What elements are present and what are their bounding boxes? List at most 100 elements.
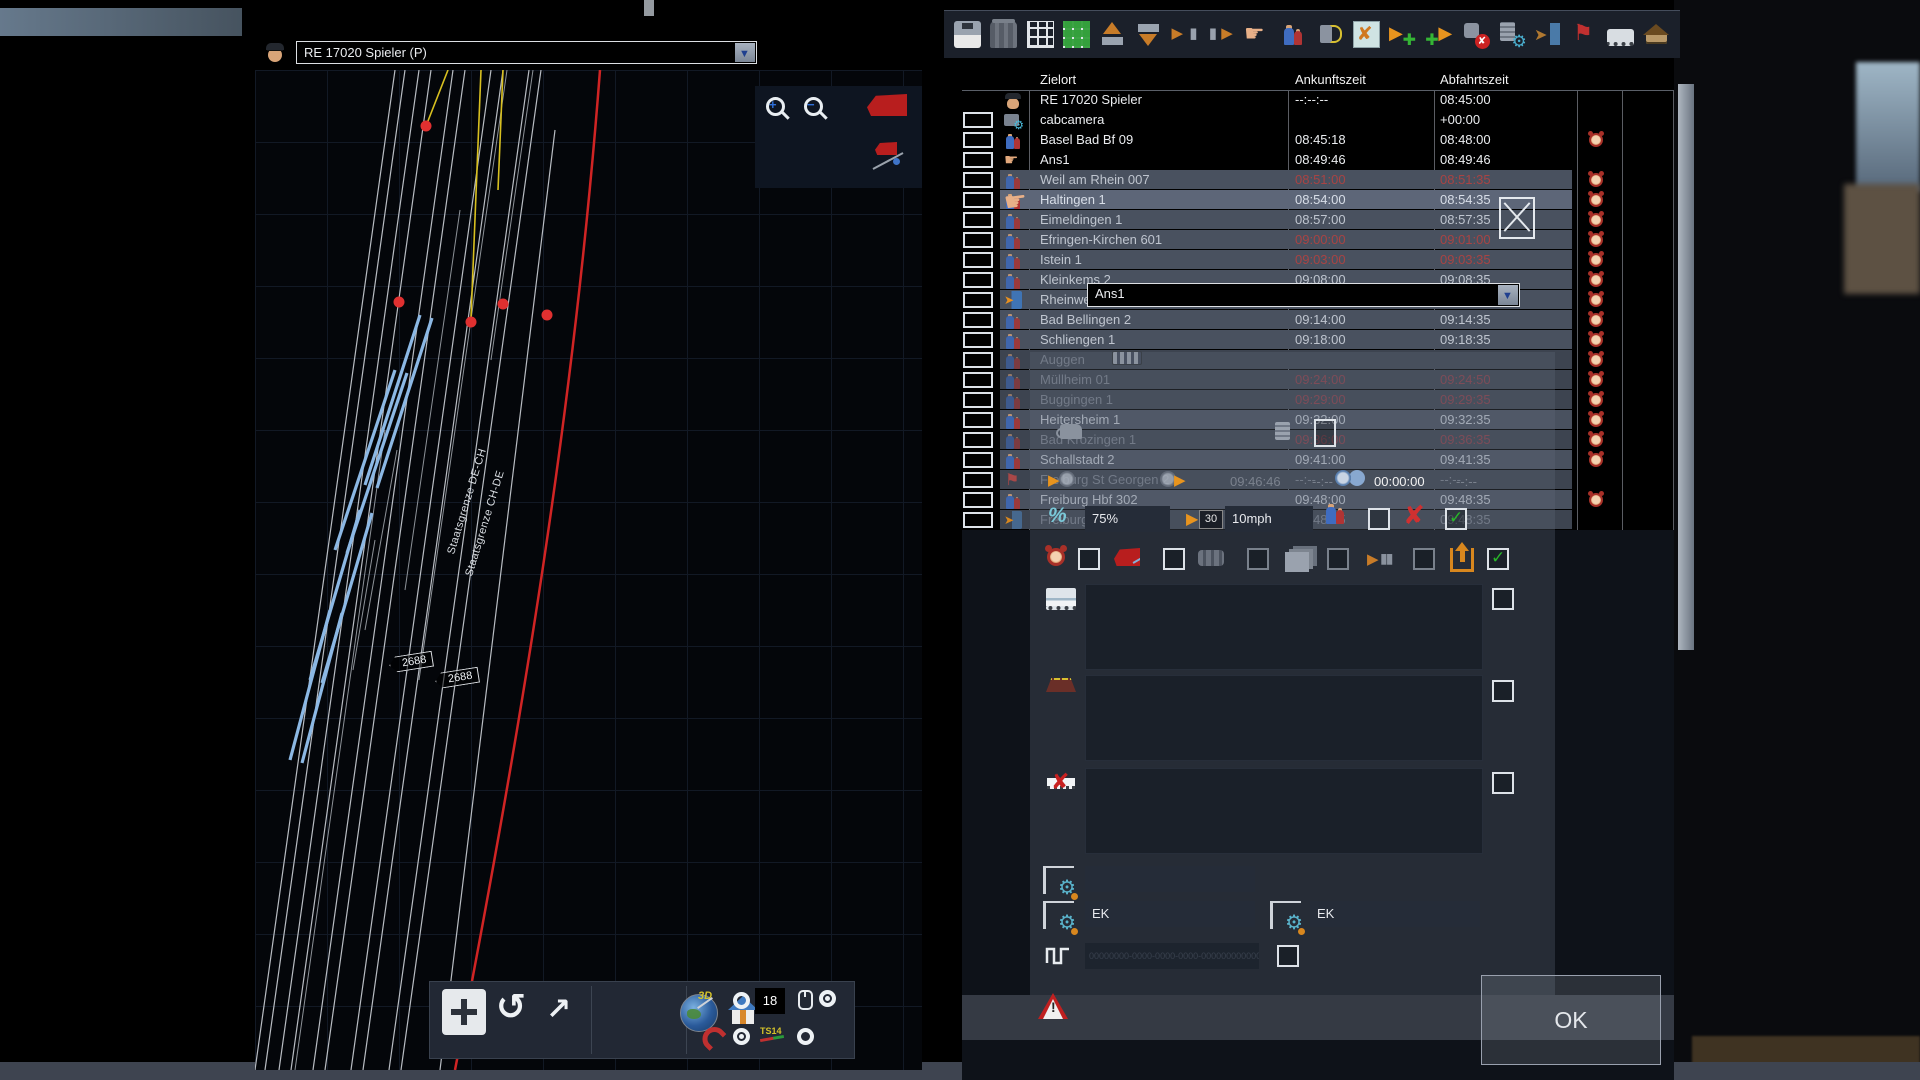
fuel-icon[interactable]: [1317, 21, 1344, 48]
insert-left-icon[interactable]: [1208, 21, 1235, 48]
grid-green-icon[interactable]: [1063, 21, 1090, 48]
covered-platform-checkbox[interactable]: [1492, 680, 1514, 702]
ok-button[interactable]: OK: [1481, 975, 1661, 1065]
passengers-icon[interactable]: [1322, 500, 1349, 527]
move-object-icon[interactable]: ↗: [546, 992, 571, 1027]
row-selector-checkbox[interactable]: [963, 132, 993, 148]
table-row[interactable]: RE 17020 Spieler --:--:-- 08:45:00: [1000, 90, 1674, 110]
chevron-down-icon[interactable]: [1498, 285, 1518, 305]
vehicle-checkbox[interactable]: [1247, 548, 1269, 570]
row-selector-checkbox[interactable]: [963, 212, 993, 228]
track-map[interactable]: Staatsgrenze DE-CH Staatsgrenze CH-DE 26…: [255, 70, 922, 1070]
row-selector-checkbox[interactable]: [963, 392, 993, 408]
rotate-icon[interactable]: ↺: [496, 986, 526, 1028]
insert-right-icon[interactable]: [1172, 21, 1199, 48]
platform-checkbox[interactable]: [1492, 588, 1514, 610]
confirm-checkbox[interactable]: [1445, 508, 1467, 530]
ek-field-right[interactable]: EK: [1310, 901, 1480, 927]
exit-checkbox[interactable]: [1487, 548, 1509, 570]
row-selector-checkbox[interactable]: [963, 272, 993, 288]
row-selector-checkbox[interactable]: [963, 232, 993, 248]
row-selector-checkbox[interactable]: [963, 372, 993, 388]
table-row[interactable]: Weil am Rhein 007 08:51:00 08:51:35: [1000, 170, 1674, 190]
flag-icon[interactable]: [1570, 21, 1597, 48]
door-checkbox[interactable]: [1314, 419, 1336, 447]
passengers-icon[interactable]: [1280, 21, 1307, 48]
mouse-radio[interactable]: [819, 990, 836, 1007]
exit-arrow-icon[interactable]: [1450, 548, 1474, 572]
hand-icon[interactable]: [1244, 21, 1271, 48]
no-platform-list[interactable]: [1085, 768, 1483, 854]
table-row[interactable]: Basel Bad Bf 09 08:45:18 08:48:00: [1000, 130, 1674, 150]
alarm-clock-icon[interactable]: [1045, 546, 1067, 568]
arrival-clock-icon[interactable]: [1048, 470, 1076, 488]
passenger-checkbox[interactable]: [1368, 508, 1390, 530]
row-selector-checkbox[interactable]: [963, 452, 993, 468]
row-selector-checkbox[interactable]: [963, 172, 993, 188]
document-icon[interactable]: [1275, 422, 1290, 440]
row-selector-checkbox[interactable]: [963, 352, 993, 368]
measure-3d-icon[interactable]: 3D: [698, 990, 712, 1002]
wait-clocks-icon[interactable]: [1335, 468, 1367, 488]
ts14-icon[interactable]: TS14: [760, 1026, 782, 1036]
route-add-icon[interactable]: [1389, 21, 1416, 48]
raise-icon[interactable]: [1099, 21, 1126, 48]
row-selector-checkbox[interactable]: [963, 292, 993, 308]
row-selector-checkbox[interactable]: [963, 472, 993, 488]
grid-icon[interactable]: [1027, 21, 1054, 48]
keyboard-icon[interactable]: [1607, 29, 1634, 46]
percent-field[interactable]: 75%: [1085, 506, 1170, 532]
table-row[interactable]: Haltingen 1 08:54:00 08:54:35: [1000, 190, 1674, 210]
row-selector-checkbox[interactable]: [963, 332, 993, 348]
speed-field[interactable]: 10mph: [1225, 506, 1313, 532]
table-row[interactable]: Bad Bellingen 2 09:14:00 09:14:35: [1000, 310, 1674, 330]
dialog-scrollbar[interactable]: [1678, 84, 1694, 650]
destination-dropdown[interactable]: Ans1: [1087, 283, 1520, 307]
expand-icon[interactable]: [1353, 21, 1380, 48]
signal-checkbox[interactable]: [1163, 548, 1185, 570]
table-row[interactable]: Schliengen 1 09:18:00 09:18:35: [1000, 330, 1674, 350]
guid-field[interactable]: 00000000-0000-0000-0000-000000000000: [1085, 943, 1259, 969]
row-selector-checkbox[interactable]: [963, 492, 993, 508]
magnet-radio[interactable]: [733, 1028, 750, 1045]
contact-field-empty[interactable]: [1085, 866, 1255, 892]
play-checkbox[interactable]: [1413, 548, 1435, 570]
vehicle-icon[interactable]: [1198, 550, 1224, 566]
train-selector-dropdown[interactable]: RE 17020 Spieler (P): [296, 41, 757, 64]
table-row[interactable]: cabcamera +00:00: [1000, 110, 1674, 130]
row-selector-checkbox[interactable]: [963, 192, 993, 208]
row-selector-checkbox[interactable]: [963, 152, 993, 168]
signal-icon-small[interactable]: [875, 142, 897, 155]
train-remove-icon[interactable]: [1462, 21, 1489, 48]
row-selector-checkbox[interactable]: [963, 252, 993, 268]
ts14-radio[interactable]: [797, 1028, 814, 1045]
stack-checkbox[interactable]: [1327, 548, 1349, 570]
table-row[interactable]: Ans1 08:49:46 08:49:46: [1000, 150, 1674, 170]
guid-checkbox[interactable]: [1277, 945, 1299, 967]
covered-platform-list[interactable]: [1085, 675, 1483, 761]
row-selector-checkbox[interactable]: [963, 432, 993, 448]
table-row[interactable]: Efringen-Kirchen 601 09:00:00 09:01:00: [1000, 230, 1674, 250]
grid-size-field[interactable]: 18: [755, 988, 785, 1014]
train-settings-icon[interactable]: [1498, 21, 1525, 48]
no-platform-checkbox[interactable]: [1492, 772, 1514, 794]
depot-icon[interactable]: [1643, 21, 1670, 48]
delete-icon[interactable]: [990, 21, 1017, 48]
table-row[interactable]: Eimeldingen 1 08:57:00 08:57:35: [1000, 210, 1674, 230]
table-row[interactable]: Istein 1 09:03:00 09:03:35: [1000, 250, 1674, 270]
row-selector-checkbox[interactable]: [963, 512, 993, 528]
lower-icon[interactable]: [1135, 21, 1162, 48]
zoom-in-icon[interactable]: +: [765, 96, 791, 122]
cancel-x-icon[interactable]: ✘: [1403, 504, 1425, 526]
close-icon[interactable]: [1499, 197, 1535, 239]
stack-icon[interactable]: [1285, 552, 1309, 572]
measure-radio[interactable]: [733, 992, 750, 1009]
route-append-icon[interactable]: [1425, 21, 1452, 48]
enter-icon[interactable]: [1534, 21, 1561, 48]
save-icon[interactable]: [954, 21, 981, 48]
ek-field-left[interactable]: EK: [1085, 901, 1255, 927]
chevron-down-icon[interactable]: [735, 43, 755, 62]
pan-mode-button[interactable]: [442, 989, 486, 1035]
row-selector-checkbox[interactable]: [963, 112, 993, 128]
platform-list[interactable]: [1085, 584, 1483, 670]
